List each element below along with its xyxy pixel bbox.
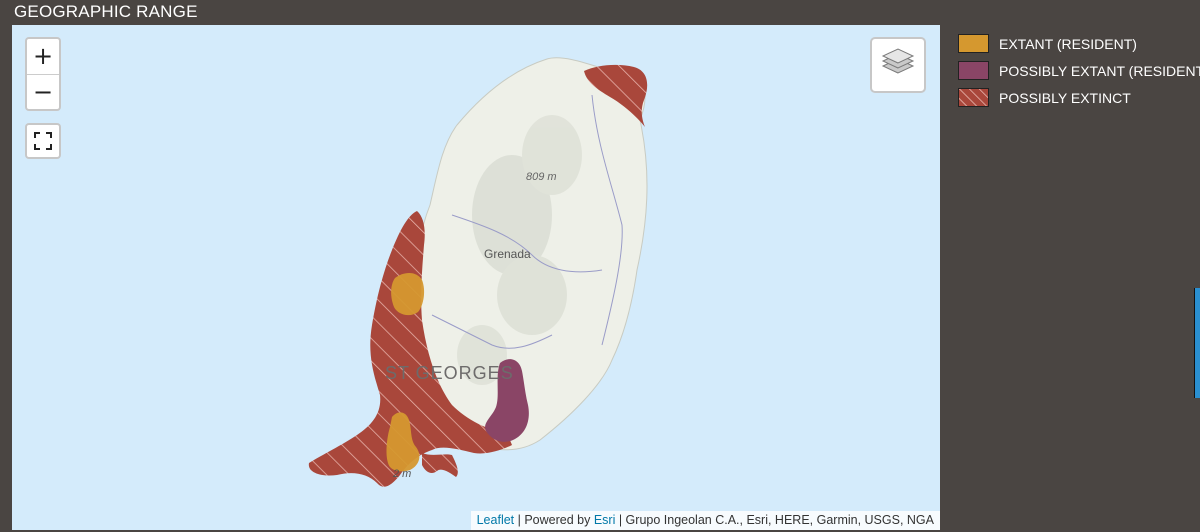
zoom-control: + − xyxy=(25,37,61,111)
legend-swatch-possibly-extinct xyxy=(958,88,989,107)
range-extant-north xyxy=(391,272,425,316)
section-title: GEOGRAPHIC RANGE xyxy=(14,2,198,21)
fullscreen-icon xyxy=(34,132,52,150)
attribution-sources: | Grupo Ingeolan C.A., Esri, HERE, Garmi… xyxy=(615,513,934,527)
attribution-leaflet-link[interactable]: Leaflet xyxy=(477,513,515,527)
legend-item-extant: EXTANT (RESIDENT) xyxy=(958,30,1200,57)
legend-item-possibly-extant: POSSIBLY EXTANT (RESIDENT) xyxy=(958,57,1200,84)
map-label-parish: ST GEORGES xyxy=(385,363,514,383)
map-canvas[interactable]: 809 m Grenada ST GEORGES 2 m xyxy=(12,25,940,530)
legend-swatch-extant xyxy=(958,34,989,53)
map-label-island: Grenada xyxy=(484,247,531,261)
map-viewport[interactable]: 809 m Grenada ST GEORGES 2 m + − Leaflet… xyxy=(12,25,940,530)
range-possibly-extinct-coast xyxy=(422,453,458,477)
attribution-esri-link[interactable]: Esri xyxy=(594,513,616,527)
map-legend: EXTANT (RESIDENT) POSSIBLY EXTANT (RESID… xyxy=(958,30,1200,111)
map-label-peak-south: 2 m xyxy=(392,468,411,480)
fullscreen-button[interactable] xyxy=(25,123,61,159)
zoom-out-button[interactable]: − xyxy=(27,75,59,110)
attribution-powered-by: | Powered by xyxy=(514,513,594,527)
legend-label-possibly-extant: POSSIBLY EXTANT (RESIDENT) xyxy=(999,62,1200,79)
map-attribution: Leaflet | Powered by Esri | Grupo Ingeol… xyxy=(470,511,940,530)
zoom-in-button[interactable]: + xyxy=(27,39,59,75)
legend-label-possibly-extinct: POSSIBLY EXTINCT xyxy=(999,89,1131,106)
legend-swatch-possibly-extant xyxy=(958,61,989,80)
map-label-peak: 809 m xyxy=(526,171,557,183)
side-panel-edge[interactable] xyxy=(1194,288,1200,398)
legend-label-extant: EXTANT (RESIDENT) xyxy=(999,35,1137,52)
layers-icon xyxy=(881,48,915,74)
layers-button[interactable] xyxy=(870,37,926,93)
legend-item-possibly-extinct: POSSIBLY EXTINCT xyxy=(958,84,1200,111)
